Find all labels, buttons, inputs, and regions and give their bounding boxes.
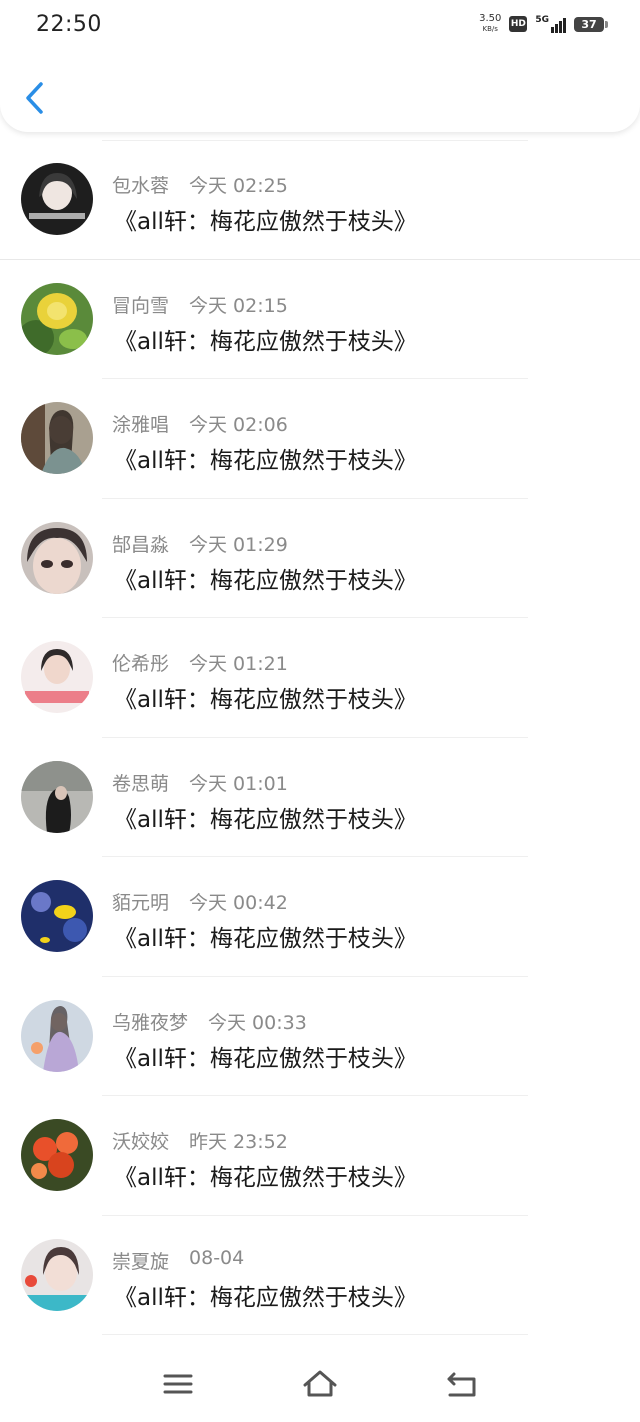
list-item[interactable]: 乌雅夜梦 今天 00:33 《all轩：梅花应傲然于枝头》 xyxy=(0,977,640,1096)
message-time: 昨天 23:52 xyxy=(189,1131,288,1153)
chevron-left-icon xyxy=(26,82,43,114)
hd-icon: HD xyxy=(509,16,528,32)
list-item[interactable]: 崇夏旋 08-04 《all轩：梅花应傲然于枝头》 xyxy=(0,1216,640,1335)
signal-icon: 5G xyxy=(535,15,566,33)
network-type: 5G xyxy=(535,15,549,25)
message-text: 《all轩：梅花应傲然于枝头》 xyxy=(114,1045,417,1072)
message-time: 今天 01:21 xyxy=(189,653,288,675)
list-item[interactable]: 包水蓉 今天 02:25 《all轩：梅花应傲然于枝头》 xyxy=(0,140,640,260)
avatar[interactable] xyxy=(21,1119,93,1191)
status-icons: 3.50 KB/s HD 5G 37 xyxy=(479,14,608,34)
avatar[interactable] xyxy=(21,1238,93,1311)
screen: 22:50 3.50 KB/s HD 5G 37 包水蓉 今天 02:25 《a… xyxy=(0,0,640,1422)
home-button[interactable] xyxy=(298,1364,342,1404)
list-item[interactable]: 冒向雪 今天 02:15 《all轩：梅花应傲然于枝头》 xyxy=(0,260,640,379)
return-button[interactable] xyxy=(440,1364,484,1404)
message-time: 今天 02:25 xyxy=(189,175,288,197)
message-time: 08-04 xyxy=(189,1246,245,1269)
message-text: 《all轩：梅花应傲然于枝头》 xyxy=(114,448,417,474)
net-speed: 3.50 KB/s xyxy=(479,14,501,34)
message-text: 《all轩：梅花应傲然于枝头》 xyxy=(114,1165,417,1191)
message-time: 今天 01:01 xyxy=(189,772,288,795)
message-list: 包水蓉 今天 02:25 《all轩：梅花应傲然于枝头》 冒向雪 今天 02:1… xyxy=(0,140,640,1335)
net-speed-unit: KB/s xyxy=(482,25,498,33)
message-text: 《all轩：梅花应傲然于枝头》 xyxy=(114,1284,417,1311)
message-time: 今天 00:33 xyxy=(208,1011,307,1034)
home-icon xyxy=(303,1370,337,1397)
message-text: 《all轩：梅花应傲然于枝头》 xyxy=(114,687,417,713)
sender-name: 卷思萌 xyxy=(112,772,170,795)
return-icon xyxy=(447,1372,476,1397)
avatar[interactable] xyxy=(21,282,93,355)
sender-name: 包水蓉 xyxy=(112,175,170,197)
sender-name: 乌雅夜梦 xyxy=(112,1011,189,1034)
net-speed-value: 3.50 xyxy=(479,13,502,24)
sender-name: 伦希彤 xyxy=(112,653,170,675)
list-item[interactable]: 貊元明 今天 00:42 《all轩：梅花应傲然于枝头》 xyxy=(0,857,640,977)
message-time: 今天 01:29 xyxy=(189,533,288,556)
avatar[interactable] xyxy=(21,999,93,1072)
list-item[interactable]: 涂雅唱 今天 02:06 《all轩：梅花应傲然于枝头》 xyxy=(0,379,640,499)
message-text: 《all轩：梅花应傲然于枝头》 xyxy=(114,209,417,235)
sender-name: 郜昌淼 xyxy=(112,533,170,556)
avatar[interactable] xyxy=(21,163,93,235)
status-time: 22:50 xyxy=(36,12,102,37)
message-text: 《all轩：梅花应傲然于枝头》 xyxy=(114,328,417,355)
avatar[interactable] xyxy=(21,880,93,952)
sender-name: 貊元明 xyxy=(112,892,170,914)
list-item[interactable]: 沃姣姣 昨天 23:52 《all轩：梅花应傲然于枝头》 xyxy=(0,1096,640,1216)
message-time: 今天 02:06 xyxy=(189,414,288,436)
sender-name: 崇夏旋 xyxy=(112,1250,170,1273)
message-time: 今天 00:42 xyxy=(189,892,288,914)
message-text: 《all轩：梅花应傲然于枝头》 xyxy=(114,567,417,594)
message-time: 今天 02:15 xyxy=(189,294,288,317)
list-item[interactable]: 伦希彤 今天 01:21 《all轩：梅花应傲然于枝头》 xyxy=(0,618,640,738)
list-item[interactable]: 郜昌淼 今天 01:29 《all轩：梅花应傲然于枝头》 xyxy=(0,499,640,618)
sender-name: 涂雅唱 xyxy=(112,414,170,436)
avatar[interactable] xyxy=(21,402,93,474)
back-button[interactable] xyxy=(20,78,52,118)
message-text: 《all轩：梅花应傲然于枝头》 xyxy=(114,926,417,952)
system-nav-bar xyxy=(0,1348,640,1422)
menu-icon xyxy=(163,1374,193,1394)
message-text: 《all轩：梅花应傲然于枝头》 xyxy=(114,806,417,833)
top-bar: 22:50 3.50 KB/s HD 5G 37 xyxy=(0,0,640,132)
sender-name: 冒向雪 xyxy=(112,294,170,317)
avatar[interactable] xyxy=(21,760,93,833)
battery-icon: 37 xyxy=(574,16,608,32)
list-item[interactable]: 卷思萌 今天 01:01 《all轩：梅花应傲然于枝头》 xyxy=(0,738,640,857)
avatar[interactable] xyxy=(21,521,93,594)
avatar[interactable] xyxy=(21,641,93,713)
sender-name: 沃姣姣 xyxy=(112,1131,170,1153)
menu-button[interactable] xyxy=(156,1364,200,1404)
